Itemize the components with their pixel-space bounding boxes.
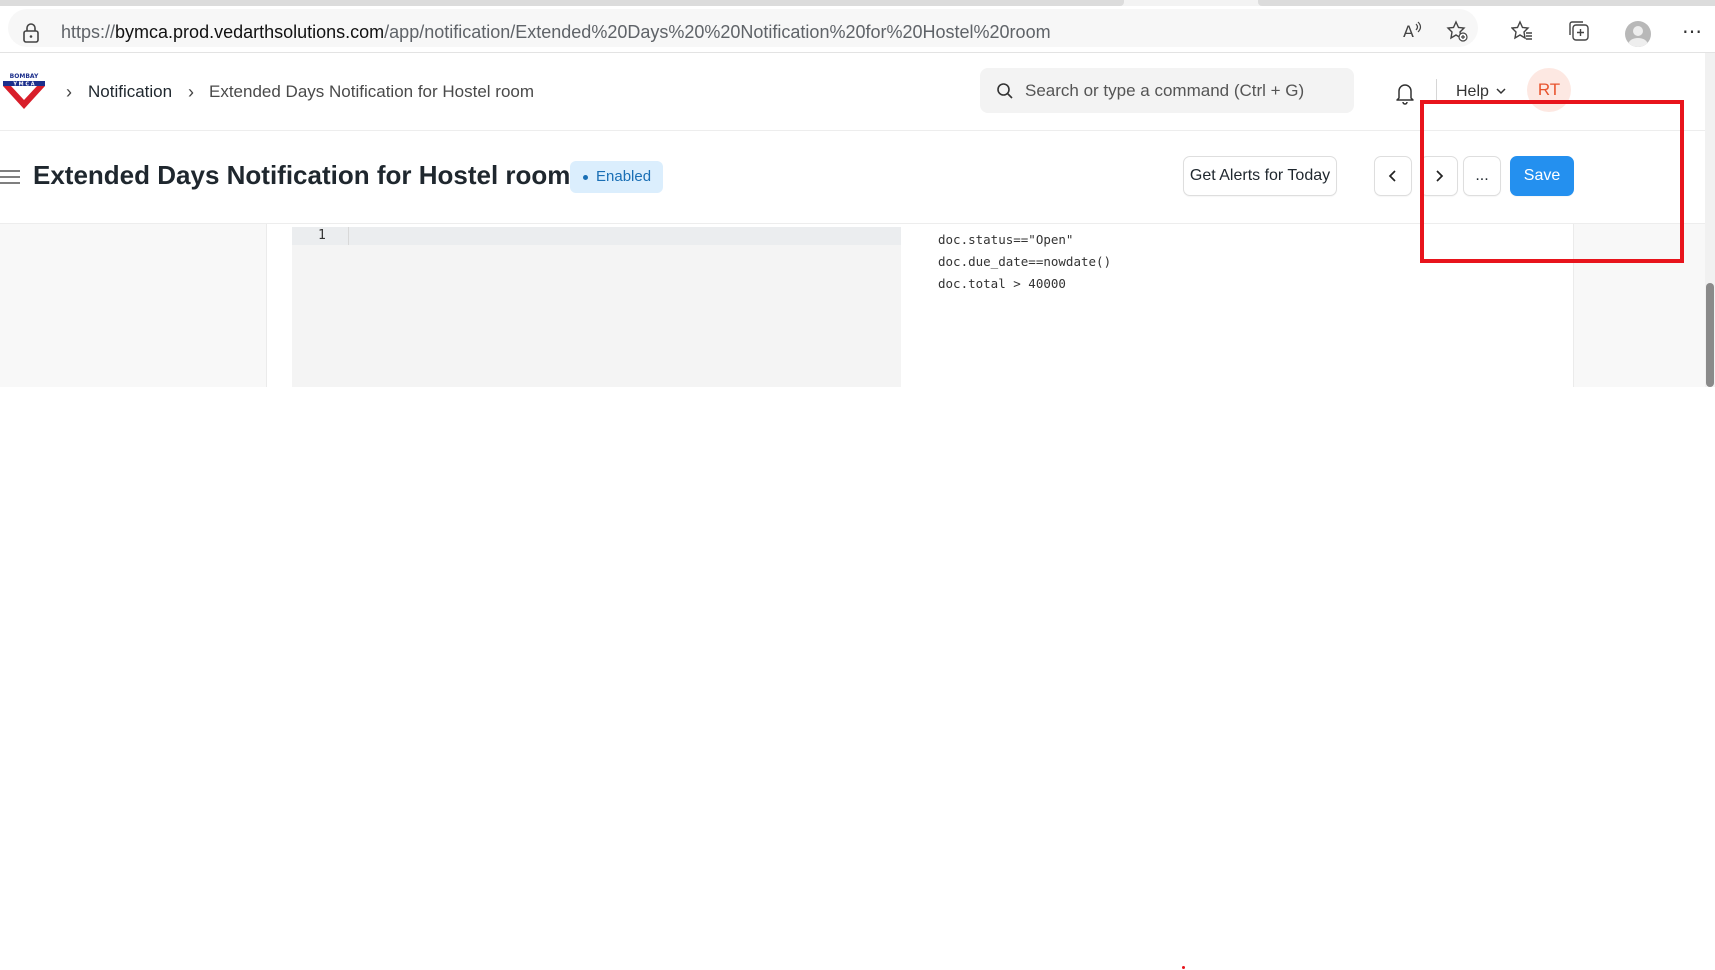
status-badge: Enabled	[570, 161, 664, 193]
browser-address-bar: https://bymca.prod.vedarthsolutions.com/…	[0, 6, 1715, 53]
url-prefix: https://	[61, 22, 116, 42]
annotation-dot	[1182, 966, 1185, 969]
svg-text:Y M C A: Y M C A	[12, 81, 34, 87]
breadcrumb-current[interactable]: Extended Days Notification for Hostel ro…	[209, 82, 534, 102]
search-placeholder: Search or type a command (Ctrl + G)	[1025, 81, 1305, 100]
get-alerts-button[interactable]: Get Alerts for Today	[1183, 156, 1337, 196]
example-line: doc.due_date==nowdate()	[938, 254, 1112, 269]
url-path: /app/notification/Extended%20Days%20%20N…	[384, 22, 1051, 42]
line-number: 1	[318, 228, 326, 243]
help-menu[interactable]: Help	[1456, 83, 1489, 101]
sidebar-toggle-icon[interactable]	[0, 169, 20, 185]
breadcrumb-chevron-icon: ›	[188, 82, 194, 102]
condition-code-editor[interactable]	[292, 227, 901, 387]
page-title: Extended Days Notification for Hostel ro…	[33, 160, 571, 190]
lock-icon[interactable]	[22, 23, 40, 43]
editor-gutter-divider	[348, 227, 349, 245]
url-field[interactable]: https://bymca.prod.vedarthsolutions.com/…	[8, 9, 1478, 47]
awesome-bar-search[interactable]: Search or type a command (Ctrl + G)	[980, 68, 1354, 113]
browser-profile-icon[interactable]	[1625, 21, 1651, 47]
search-icon	[997, 83, 1013, 99]
highlight-annotation	[1420, 100, 1684, 263]
add-favorite-icon[interactable]	[1446, 20, 1468, 42]
read-aloud-icon[interactable]: A	[1402, 20, 1424, 42]
notification-bell-icon[interactable]	[1394, 81, 1416, 105]
chevron-down-icon[interactable]	[1495, 86, 1507, 96]
breadcrumb-chevron-icon: ›	[66, 82, 72, 102]
left-sidebar	[0, 224, 267, 387]
svg-text:A: A	[1403, 22, 1414, 41]
example-line: doc.status=="Open"	[938, 232, 1074, 247]
chevron-left-icon	[1388, 170, 1396, 182]
example-line: doc.total > 40000	[938, 276, 1066, 291]
url-text[interactable]: https://bymca.prod.vedarthsolutions.com/…	[61, 22, 1051, 43]
condition-examples: doc.status=="Open" doc.due_date==nowdate…	[938, 232, 1111, 298]
scrollbar-thumb[interactable]	[1706, 283, 1714, 387]
browser-menu-icon[interactable]: ⋯	[1682, 19, 1703, 44]
svg-text:BOMBAY: BOMBAY	[10, 73, 39, 80]
favorites-icon[interactable]	[1511, 20, 1533, 42]
previous-record-button[interactable]	[1374, 156, 1412, 196]
ymca-logo[interactable]: BOMBAY Y M C A	[2, 71, 46, 111]
url-host: bymca.prod.vedarthsolutions.com	[115, 22, 385, 42]
collections-icon[interactable]	[1568, 20, 1590, 42]
active-line-highlight	[292, 227, 901, 245]
breadcrumb-notification[interactable]: Notification	[88, 82, 172, 102]
